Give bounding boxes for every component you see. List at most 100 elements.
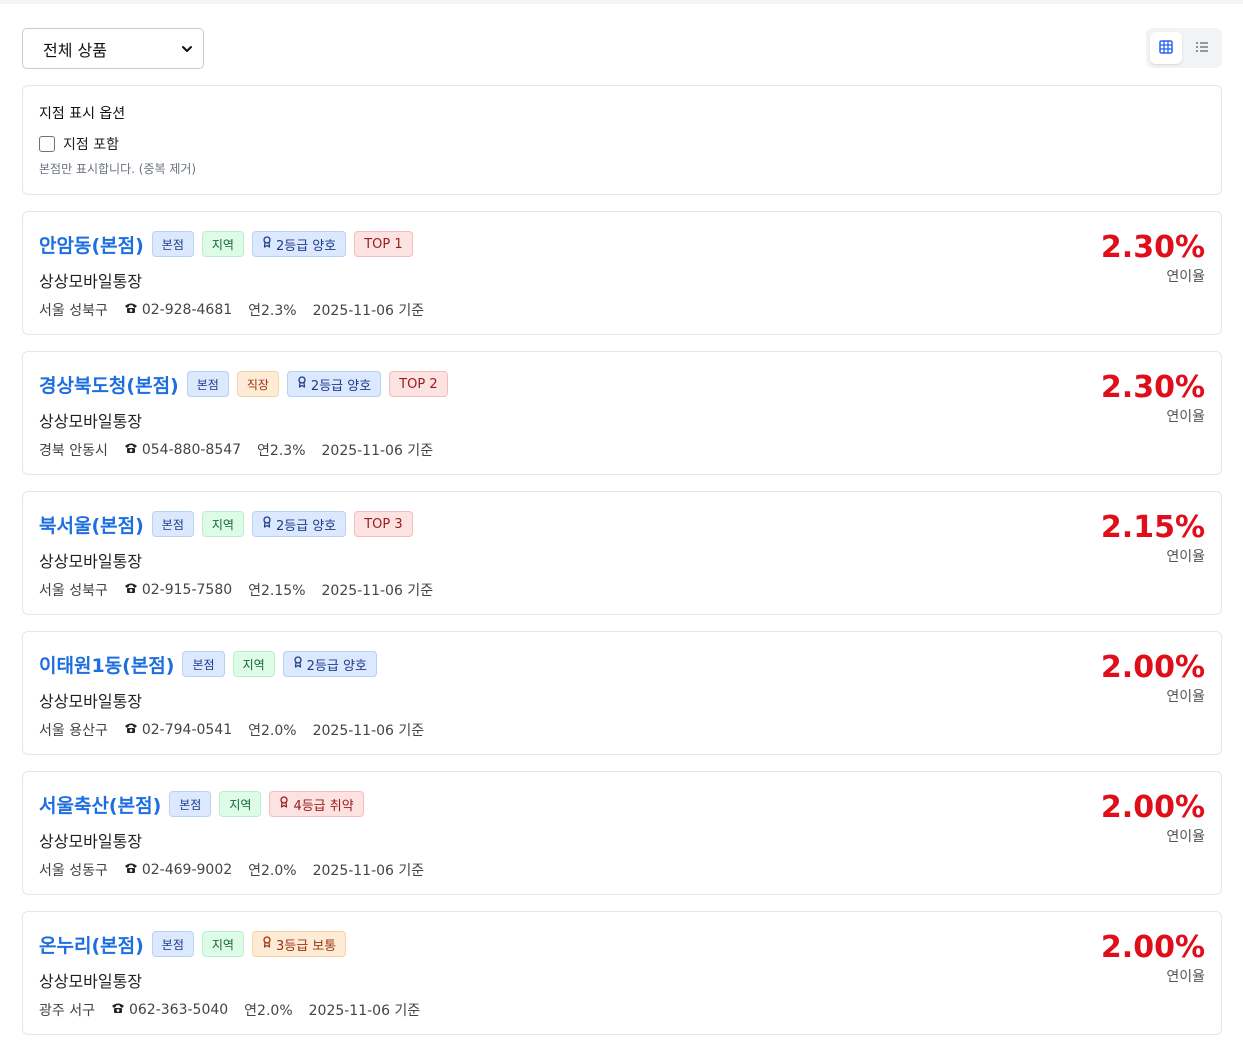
branch-name[interactable]: 이태원1동(본점) — [39, 651, 174, 678]
product-name: 상상모바일통장 — [39, 972, 143, 991]
product-card[interactable]: 서울축산(본점) 본점 지역 4등급 취약상상모바일통장서울 성동구 02-469-90… — [22, 771, 1222, 895]
product-filter-select[interactable]: 전체 상품 — [22, 28, 204, 69]
product-card[interactable]: 경상북도청(본점) 본점 직장 2등급 양호 TOP 2 상상모바일통장 경북 안동시 054… — [22, 351, 1222, 475]
base-date: 2025-11-06 기준 — [321, 583, 434, 599]
interest-rate-label: 연이율 — [1166, 549, 1205, 565]
annual-rate: 연2.0% — [244, 1003, 293, 1019]
region: 서울 성동구 — [39, 863, 108, 879]
award-icon — [262, 516, 272, 532]
card-meta: 서울 성북구 02-915-7580 연2.15% 2025-11-06 기준 — [39, 580, 433, 600]
product-filter-value: 전체 상품 — [43, 40, 107, 60]
grade-badge: 2등급 양호 — [286, 371, 382, 397]
card-meta: 서울 용산구 02-794-0541 연2.0% 2025-11-06 기준 — [39, 720, 424, 740]
include-branch-row[interactable]: 지점 포함 — [39, 134, 1205, 154]
base-date: 2025-11-06 기준 — [308, 1003, 421, 1019]
product-name: 상상모바일통장 — [39, 412, 143, 431]
phone: 02-915-7580 — [124, 582, 232, 598]
phone-number: 02-928-4681 — [141, 302, 233, 318]
interest-rate: 2.15% — [1100, 510, 1205, 545]
interest-rate: 2.00% — [1100, 790, 1205, 825]
rank-badge: TOP 2 — [389, 371, 448, 397]
region: 광주 서구 — [39, 1003, 95, 1019]
card-meta: 광주 서구 062-363-5040 연2.0% 2025-11-06 기준 — [39, 1000, 420, 1020]
branch-name[interactable]: 안암동(본점) — [39, 231, 144, 258]
product-name: 상상모바일통장 — [39, 272, 143, 291]
grade-badge: 3등급 보통 — [251, 931, 347, 957]
phone: 02-469-9002 — [124, 862, 232, 878]
base-date: 2025-11-06 기준 — [312, 303, 425, 319]
type-badge: 지역 — [201, 511, 244, 537]
card-header: 서울축산(본점) 본점 지역 4등급 취약 — [39, 789, 364, 819]
branch-name[interactable]: 북서울(본점) — [39, 511, 144, 538]
grade-text: 2등급 양호 — [306, 658, 367, 674]
toolbar: 전체 상품 — [22, 28, 1222, 69]
include-branch-checkbox[interactable] — [39, 136, 55, 152]
interest-rate-label: 연이율 — [1166, 969, 1205, 985]
type-badge: 지역 — [201, 231, 244, 257]
list-icon — [1195, 39, 1209, 58]
card-header: 경상북도청(본점) 본점 직장 2등급 양호 TOP 2 — [39, 369, 448, 399]
interest-rate-label: 연이율 — [1166, 829, 1205, 845]
type-badge: 지역 — [232, 651, 275, 677]
phone-icon — [124, 442, 138, 458]
branch-name[interactable]: 서울축산(본점) — [39, 791, 161, 818]
phone-icon — [124, 582, 138, 598]
product-card[interactable]: 온누리(본점) 본점 지역 3등급 보통상상모바일통장광주 서구 062-363-504… — [22, 911, 1222, 1035]
options-title: 지점 표시 옵션 — [39, 106, 126, 122]
interest-rate-label: 연이율 — [1166, 409, 1205, 425]
product-card[interactable]: 북서울(본점) 본점 지역 2등급 양호 TOP 3 상상모바일통장 서울 성북구 02-91… — [22, 491, 1222, 615]
product-name: 상상모바일통장 — [39, 552, 143, 571]
product-name: 상상모바일통장 — [39, 692, 143, 711]
branch-name[interactable]: 온누리(본점) — [39, 931, 144, 958]
type-badge: 본점 — [169, 791, 212, 817]
card-header: 온누리(본점) 본점 지역 3등급 보통 — [39, 929, 347, 959]
phone-number: 062-363-5040 — [128, 1002, 229, 1018]
grade-badge: 2등급 양호 — [251, 511, 347, 537]
grade-text: 4등급 취약 — [293, 798, 354, 814]
card-meta: 경북 안동시 054-880-8547 연2.3% 2025-11-06 기준 — [39, 440, 433, 460]
phone-icon — [124, 302, 138, 318]
type-badge: 본점 — [151, 231, 194, 257]
options-hint: 본점만 표시합니다. (중복 제거) — [39, 162, 197, 176]
phone: 02-928-4681 — [124, 302, 232, 318]
list-view-button[interactable] — [1186, 32, 1218, 64]
phone-icon — [111, 1002, 125, 1018]
award-icon — [262, 936, 272, 952]
grade-badge: 4등급 취약 — [269, 791, 364, 817]
rank-badge: TOP 1 — [354, 231, 413, 257]
grade-text: 2등급 양호 — [275, 518, 337, 534]
branch-name[interactable]: 경상북도청(본점) — [39, 371, 179, 398]
interest-rate-label: 연이율 — [1166, 269, 1205, 285]
branch-display-options: 지점 표시 옵션 지점 포함 본점만 표시합니다. (중복 제거) — [22, 85, 1222, 195]
phone: 054-880-8547 — [124, 442, 241, 458]
card-meta: 서울 성북구 02-928-4681 연2.3% 2025-11-06 기준 — [39, 300, 424, 320]
include-branch-label[interactable]: 지점 포함 — [63, 134, 119, 154]
phone-number: 054-880-8547 — [141, 442, 242, 458]
chevron-down-icon — [181, 43, 193, 55]
type-badge: 직장 — [236, 371, 279, 397]
annual-rate: 연2.3% — [257, 443, 306, 459]
grid-icon — [1159, 39, 1173, 58]
grade-text: 3등급 보통 — [275, 938, 337, 954]
card-header: 이태원1동(본점) 본점 지역 2등급 양호 — [39, 649, 377, 679]
product-card[interactable]: 안암동(본점) 본점 지역 2등급 양호 TOP 1 상상모바일통장 서울 성북구 02-92… — [22, 211, 1222, 335]
award-icon — [293, 656, 303, 672]
award-icon — [262, 236, 272, 252]
annual-rate: 연2.15% — [248, 583, 306, 599]
base-date: 2025-11-06 기준 — [312, 723, 425, 739]
interest-rate: 2.00% — [1100, 930, 1205, 965]
type-badge: 본점 — [186, 371, 229, 397]
type-badge: 지역 — [219, 791, 262, 817]
grade-text: 2등급 양호 — [310, 378, 372, 394]
interest-rate-label: 연이율 — [1166, 689, 1205, 705]
grid-view-button[interactable] — [1150, 32, 1182, 64]
card-header: 안암동(본점) 본점 지역 2등급 양호 TOP 1 — [39, 229, 413, 259]
phone: 02-794-0541 — [124, 722, 232, 738]
rank-badge: TOP 3 — [354, 511, 413, 537]
type-badge: 본점 — [182, 651, 225, 677]
product-card[interactable]: 이태원1동(본점) 본점 지역 2등급 양호 상상모바일통장 서울 용산구 02-794-0… — [22, 631, 1222, 755]
view-toggle — [1146, 28, 1222, 68]
card-header: 북서울(본점) 본점 지역 2등급 양호 TOP 3 — [39, 509, 413, 539]
annual-rate: 연2.0% — [248, 723, 297, 739]
product-name: 상상모바일통장 — [39, 832, 143, 851]
